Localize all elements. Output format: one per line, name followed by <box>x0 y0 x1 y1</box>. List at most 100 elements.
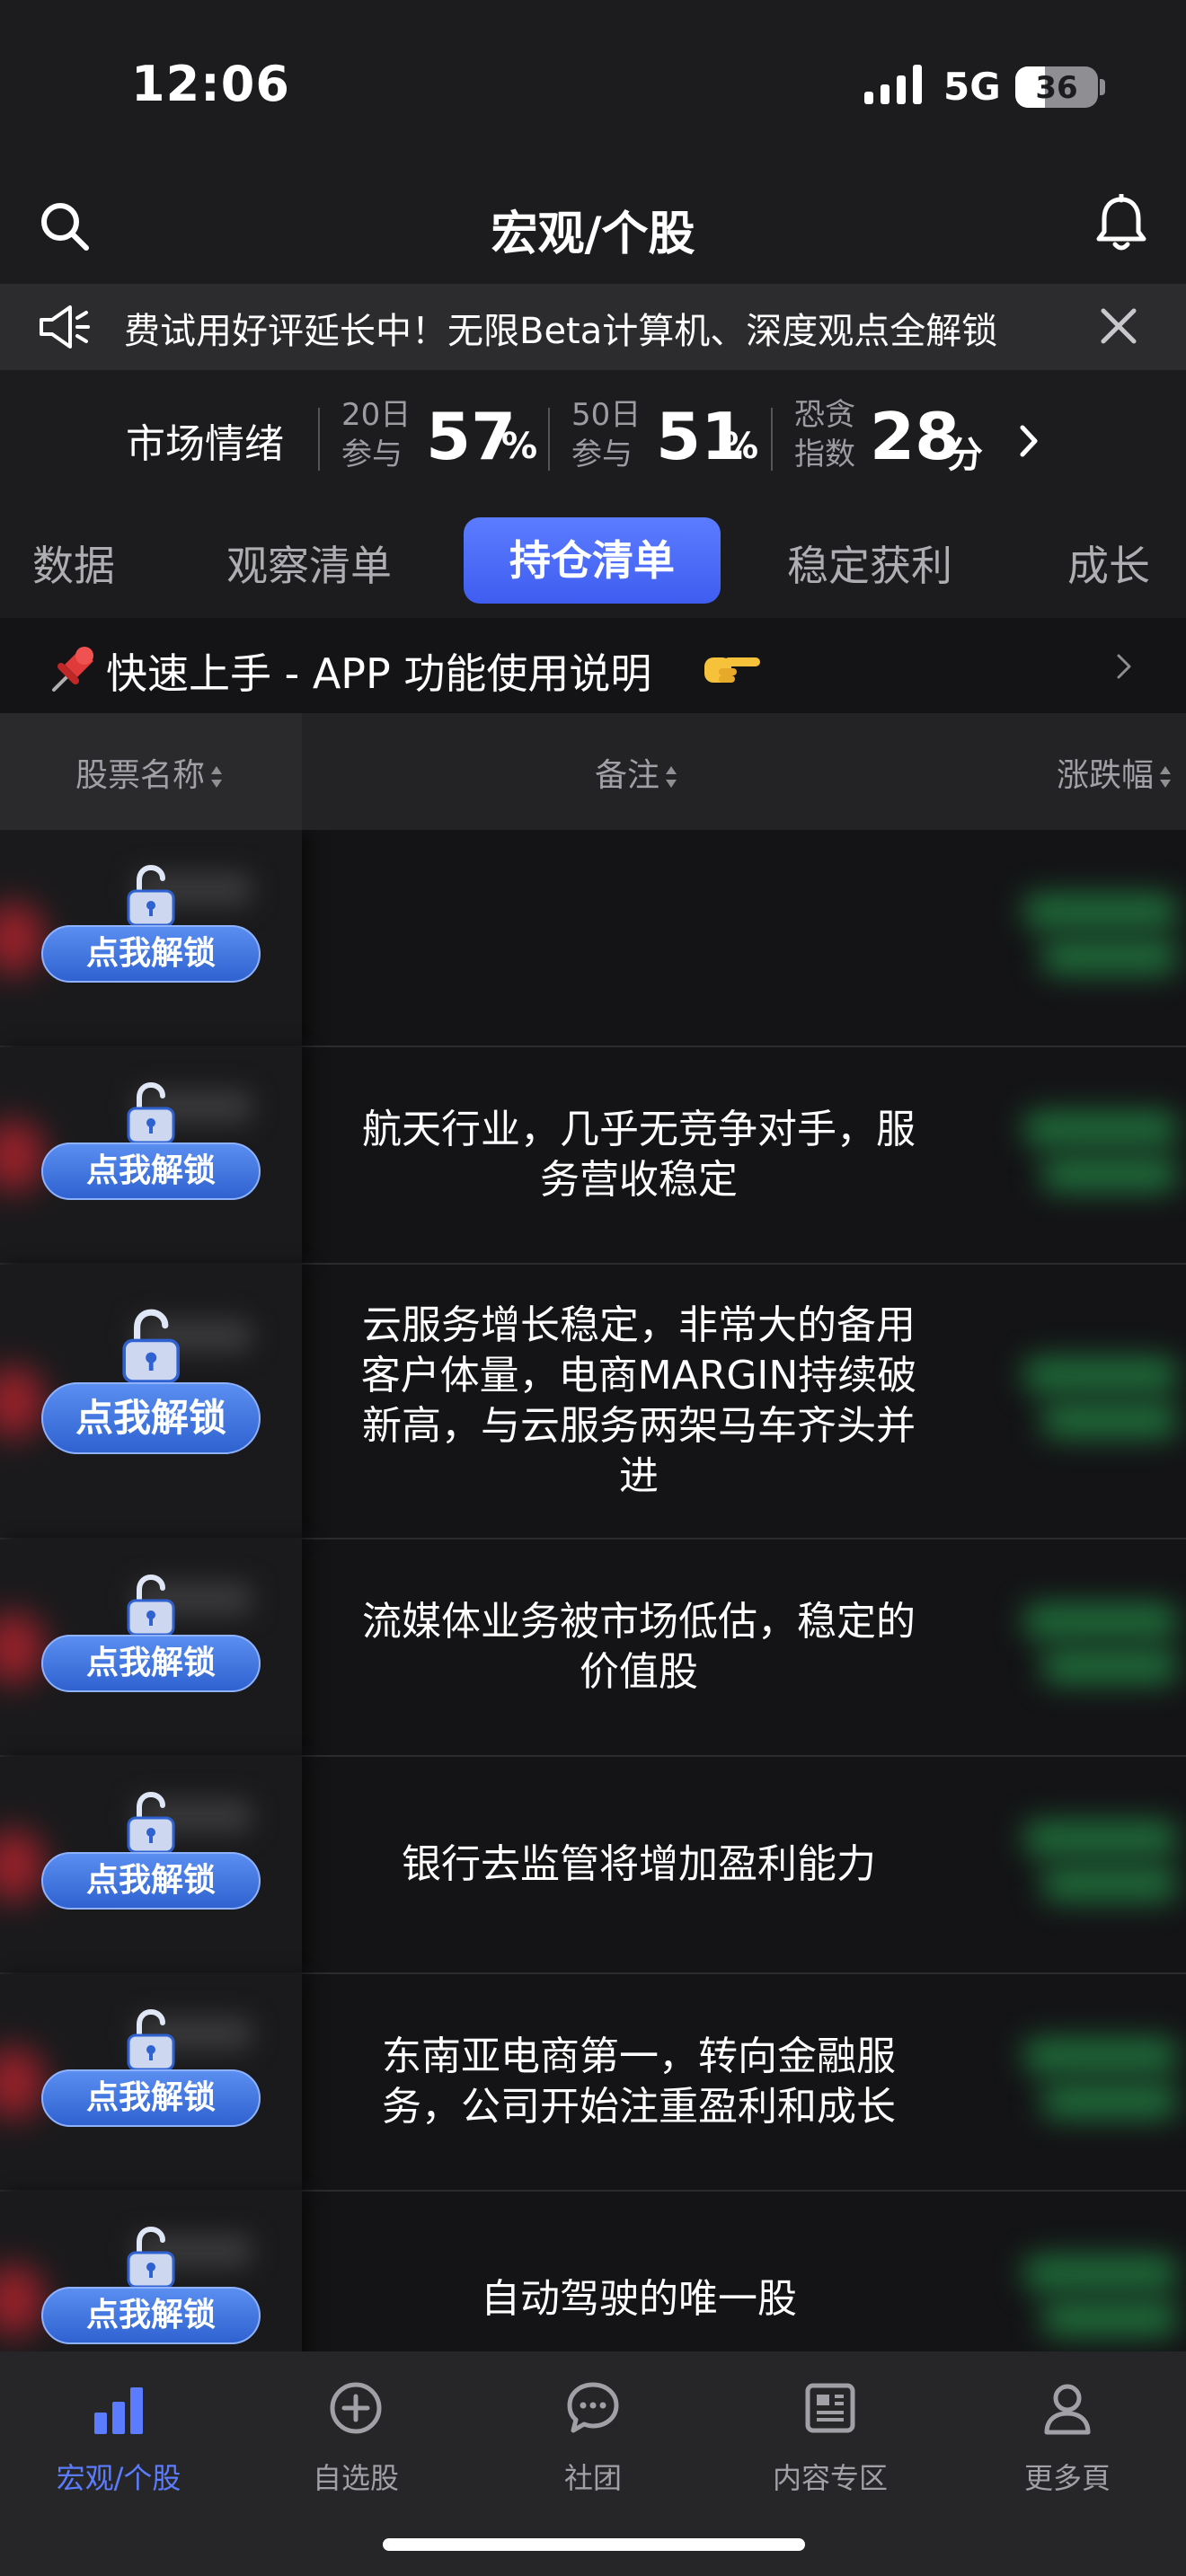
note-line: 流媒体业务被市场低估，稳定的 <box>362 1599 916 1645</box>
battery-percent: 36 <box>1035 70 1078 106</box>
divider <box>548 408 550 471</box>
lock-icon <box>127 865 175 927</box>
close-icon[interactable] <box>1093 300 1145 352</box>
pointing-hand-icon <box>701 645 764 688</box>
nav-content[interactable]: 内容专区 <box>712 2377 949 2497</box>
note-header-label: 备注 <box>595 757 660 794</box>
nav-label: 社团 <box>563 2461 622 2495</box>
fear-greed-top-label: 恐贪 <box>794 397 855 433</box>
tab-holdings[interactable]: 持仓清单 <box>464 517 721 604</box>
unlock-button[interactable]: 点我解锁 <box>41 1635 261 1693</box>
blurred-logo <box>0 1830 45 1901</box>
fear-greed-unit: 分 <box>947 435 983 476</box>
note-line: 务营收稳定 <box>540 1157 738 1203</box>
sort-icon <box>666 766 677 788</box>
table-row[interactable]: 点我解锁 航天行业，几乎无竞争对手，服 务营收稳定 <box>0 1047 1186 1265</box>
lock-icon <box>127 1575 175 1636</box>
page-title: 宏观/个股 <box>491 207 695 261</box>
unlock-button[interactable]: 点我解锁 <box>41 1852 261 1910</box>
note-line: 新高，与云服务两架马车齐头并 <box>362 1403 916 1449</box>
table-row[interactable]: 点我解锁 自动驾驶的唯一股 <box>0 2192 1186 2351</box>
table-row[interactable]: 点我解锁 <box>0 830 1186 1047</box>
announcement-text: 费试用好评延长中！无限Beta计算机、深度观点全解锁 <box>124 311 998 352</box>
change-column-header[interactable]: 涨跌幅 <box>1057 749 1173 796</box>
note-line: 银行去监管将增加盈利能力 <box>402 1841 876 1887</box>
tab-stable-profit[interactable]: 稳定获利 <box>787 534 952 593</box>
chevron-right-icon <box>1114 650 1134 683</box>
market-sentiment-bar[interactable]: 市场情绪 20日 参与 57 % 50日 参与 51 % 恐贪 指数 28 分 <box>0 370 1186 507</box>
blurred-logo <box>0 1366 45 1438</box>
nav-community[interactable]: 社团 <box>474 2377 712 2497</box>
megaphone-icon <box>36 302 93 352</box>
blurred-logo <box>0 903 45 975</box>
table-row[interactable]: 点我解锁 流媒体业务被市场低估，稳定的 价值股 <box>0 1539 1186 1757</box>
note-cell <box>329 830 949 1045</box>
network-type: 5G <box>943 65 1001 109</box>
lock-icon <box>127 1082 175 1144</box>
nav-label: 宏观/个股 <box>56 2461 181 2495</box>
battery-tip <box>1100 79 1105 95</box>
nav-label: 内容专区 <box>772 2461 888 2495</box>
unlock-button[interactable]: 点我解锁 <box>41 1381 261 1454</box>
stock-name-cell: 点我解锁 <box>0 830 302 1045</box>
note-cell: 云服务增长稳定，非常大的备用 客户体量，电商MARGIN持续破 新高，与云服务两架马… <box>329 1265 949 1538</box>
sort-icon <box>211 766 223 788</box>
holdings-table: 点我解锁 点我解锁 航天行业，几乎无竞争对手，服 务营收稳定 点我解锁 云服务增长稳定，非… <box>0 830 1186 2351</box>
note-line: 价值股 <box>580 1649 698 1695</box>
tab-data[interactable]: 数据 <box>32 534 115 593</box>
lock-icon <box>127 2227 175 2289</box>
lock-icon <box>127 1792 175 1854</box>
note-cell: 银行去监管将增加盈利能力 <box>329 1757 949 1972</box>
note-line: 进 <box>619 1453 659 1499</box>
stock-name-cell: 点我解锁 <box>0 2192 302 2351</box>
d50-top-label: 50日 <box>571 397 642 433</box>
blurred-logo <box>0 2047 45 2119</box>
d20-top-label: 20日 <box>341 397 412 433</box>
pushpin-icon <box>45 640 102 697</box>
stock-name-cell: 点我解锁 <box>0 1539 302 1755</box>
lock-icon <box>122 1309 180 1383</box>
table-row[interactable]: 点我解锁 云服务增长稳定，非常大的备用 客户体量，电商MARGIN持续破 新高，与云服… <box>0 1265 1186 1539</box>
blurred-change-value <box>1024 2255 1186 2345</box>
stock-name-cell: 点我解锁 <box>0 1265 302 1538</box>
note-column-header[interactable]: 备注 <box>595 749 679 796</box>
divider <box>771 408 773 471</box>
blurred-change-value <box>1024 1603 1186 1693</box>
tab-growth[interactable]: 成长 <box>1067 534 1150 593</box>
unlock-button[interactable]: 点我解锁 <box>41 1142 261 1201</box>
note-cell: 东南亚电商第一，转向金融服 务，公司开始注重盈利和成长 <box>329 1974 949 2190</box>
sort-icon <box>1160 766 1172 788</box>
chevron-right-icon[interactable] <box>1015 419 1042 463</box>
table-row[interactable]: 点我解锁 银行去监管将增加盈利能力 <box>0 1757 1186 1974</box>
nav-watchlist[interactable]: 自选股 <box>237 2377 474 2497</box>
lock-icon <box>127 2009 175 2071</box>
tab-watchlist[interactable]: 观察清单 <box>226 534 392 593</box>
name-header-label: 股票名称 <box>75 757 206 794</box>
signal-icon <box>864 65 924 104</box>
nav-macro-stocks[interactable]: 宏观/个股 <box>0 2377 237 2497</box>
quick-start-banner[interactable]: 快速上手 - APP 功能使用说明 <box>0 618 1186 713</box>
note-cell: 流媒体业务被市场低估，稳定的 价值股 <box>329 1539 949 1755</box>
unlock-button[interactable]: 点我解锁 <box>41 2287 261 2345</box>
person-icon <box>1044 2384 1091 2435</box>
stock-name-cell: 点我解锁 <box>0 1757 302 1972</box>
sentiment-label: 市场情绪 <box>126 421 284 467</box>
status-bar: 12:06 5G 36 <box>0 0 1186 171</box>
announcement-bar[interactable]: 费试用好评延长中！无限Beta计算机、深度观点全解锁 <box>0 284 1186 370</box>
d20-bottom-label: 参与 <box>341 437 403 472</box>
unlock-button[interactable]: 点我解锁 <box>41 925 261 984</box>
d50-unit: % <box>722 426 759 467</box>
app-header: 宏观/个股 <box>0 171 1186 284</box>
nav-more[interactable]: 更多頁 <box>949 2377 1186 2497</box>
d20-unit: % <box>501 426 538 467</box>
note-line: 航天行业，几乎无竞争对手，服 <box>362 1107 916 1152</box>
divider <box>318 408 320 471</box>
blurred-change-value <box>1024 1111 1186 1201</box>
table-row[interactable]: 点我解锁 东南亚电商第一，转向金融服 务，公司开始注重盈利和成长 <box>0 1974 1186 2192</box>
unlock-button[interactable]: 点我解锁 <box>41 2069 261 2128</box>
bell-icon[interactable] <box>1093 192 1150 255</box>
fear-greed-bottom-label: 指数 <box>794 437 855 472</box>
blurred-change-value <box>1024 2038 1186 2128</box>
name-column-header[interactable]: 股票名称 <box>75 749 225 796</box>
table-header: 股票名称 备注 涨跌幅 <box>0 713 1186 830</box>
